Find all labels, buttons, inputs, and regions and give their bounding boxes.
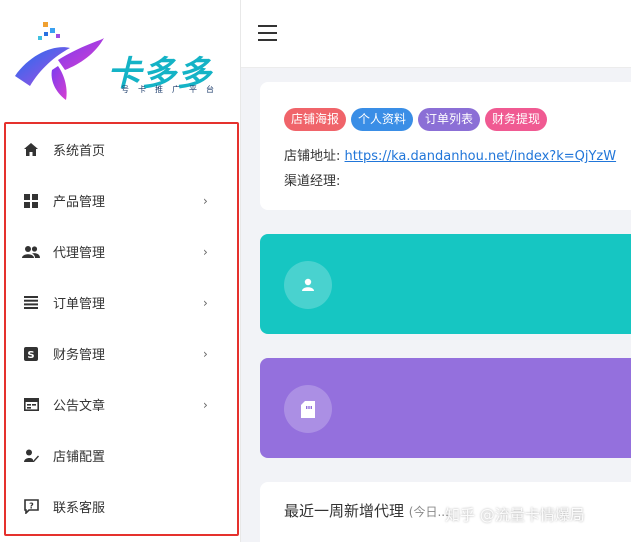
tag-order-list[interactable]: 订单列表 <box>418 108 481 131</box>
stat-card-cards[interactable] <box>260 358 631 458</box>
top-bar <box>241 0 631 68</box>
sidebar-item-products[interactable]: 产品管理 › <box>6 175 237 226</box>
grid-icon <box>22 192 40 210</box>
list-icon <box>22 294 40 312</box>
sim-card-icon <box>284 385 332 433</box>
user-icon <box>284 261 332 309</box>
sidebar: 卡多多 号卡推广平台 系统首页 产品管理 › 代理管理 › 订单管理 › S 财… <box>0 0 241 542</box>
sidebar-item-label: 公告文章 <box>53 399 106 414</box>
logo-mark-icon <box>15 22 104 100</box>
svg-text:S: S <box>27 350 34 361</box>
sidebar-item-articles[interactable]: 公告文章 › <box>6 379 237 430</box>
recent-agents-title: 最近一周新增代理 (今日... <box>284 500 449 521</box>
svg-text:?: ? <box>29 502 34 511</box>
sidebar-item-label: 联系客服 <box>53 501 106 516</box>
chevron-right-icon: › <box>203 397 208 412</box>
tag-profile[interactable]: 个人资料 <box>351 108 414 131</box>
store-address-link[interactable]: https://ka.dandanhou.net/index?k=QjYzW <box>345 149 617 164</box>
recent-agents-title-text: 最近一周新增代理 <box>284 502 405 520</box>
tag-shop-poster[interactable]: 店铺海报 <box>284 108 347 131</box>
home-icon <box>22 141 40 159</box>
sidebar-item-label: 系统首页 <box>53 144 106 159</box>
chevron-right-icon: › <box>203 244 208 259</box>
sidebar-item-support[interactable]: ? 联系客服 <box>6 481 237 532</box>
tag-withdraw[interactable]: 财务提现 <box>485 108 548 131</box>
watermark: 知乎 @流量卡情爆局 <box>445 506 585 524</box>
finance-icon: S <box>22 345 40 363</box>
sidebar-item-agents[interactable]: 代理管理 › <box>6 226 237 277</box>
sidebar-item-orders[interactable]: 订单管理 › <box>6 277 237 328</box>
sidebar-item-label: 代理管理 <box>53 246 106 261</box>
shop-config-icon <box>22 447 40 465</box>
chevron-right-icon: › <box>203 346 208 361</box>
sidebar-menu: 系统首页 产品管理 › 代理管理 › 订单管理 › S 财务管理 › 公告文章 … <box>4 122 239 536</box>
help-icon: ? <box>22 498 40 516</box>
chevron-right-icon: › <box>203 193 208 208</box>
menu-toggle-icon[interactable] <box>258 25 278 41</box>
logo[interactable]: 卡多多 号卡推广平台 <box>10 14 230 104</box>
people-icon <box>22 243 40 261</box>
sidebar-item-label: 店铺配置 <box>53 450 106 465</box>
sidebar-item-home[interactable]: 系统首页 <box>6 124 237 175</box>
channel-manager-row: 渠道经理: <box>284 170 340 189</box>
recent-agents-subtitle: (今日... <box>408 505 449 519</box>
sidebar-item-label: 财务管理 <box>53 348 106 363</box>
sidebar-item-label: 订单管理 <box>53 297 106 312</box>
quick-tags: 店铺海报 个人资料 订单列表 财务提现 <box>284 108 548 131</box>
stat-card-agents[interactable] <box>260 234 631 334</box>
store-address-label: 店铺地址: <box>284 149 341 164</box>
chevron-right-icon: › <box>203 295 208 310</box>
store-address-row: 店铺地址: https://ka.dandanhou.net/index?k=Q… <box>284 145 616 164</box>
sidebar-item-shop-config[interactable]: 店铺配置 <box>6 430 237 481</box>
sidebar-item-label: 产品管理 <box>53 195 106 210</box>
article-icon <box>22 396 40 414</box>
shop-info-card: 店铺海报 个人资料 订单列表 财务提现 店铺地址: https://ka.dan… <box>260 82 631 210</box>
channel-manager-label: 渠道经理: <box>284 174 341 189</box>
sidebar-item-finance[interactable]: S 财务管理 › <box>6 328 237 379</box>
logo-subtitle: 号卡推广平台 <box>121 85 223 94</box>
